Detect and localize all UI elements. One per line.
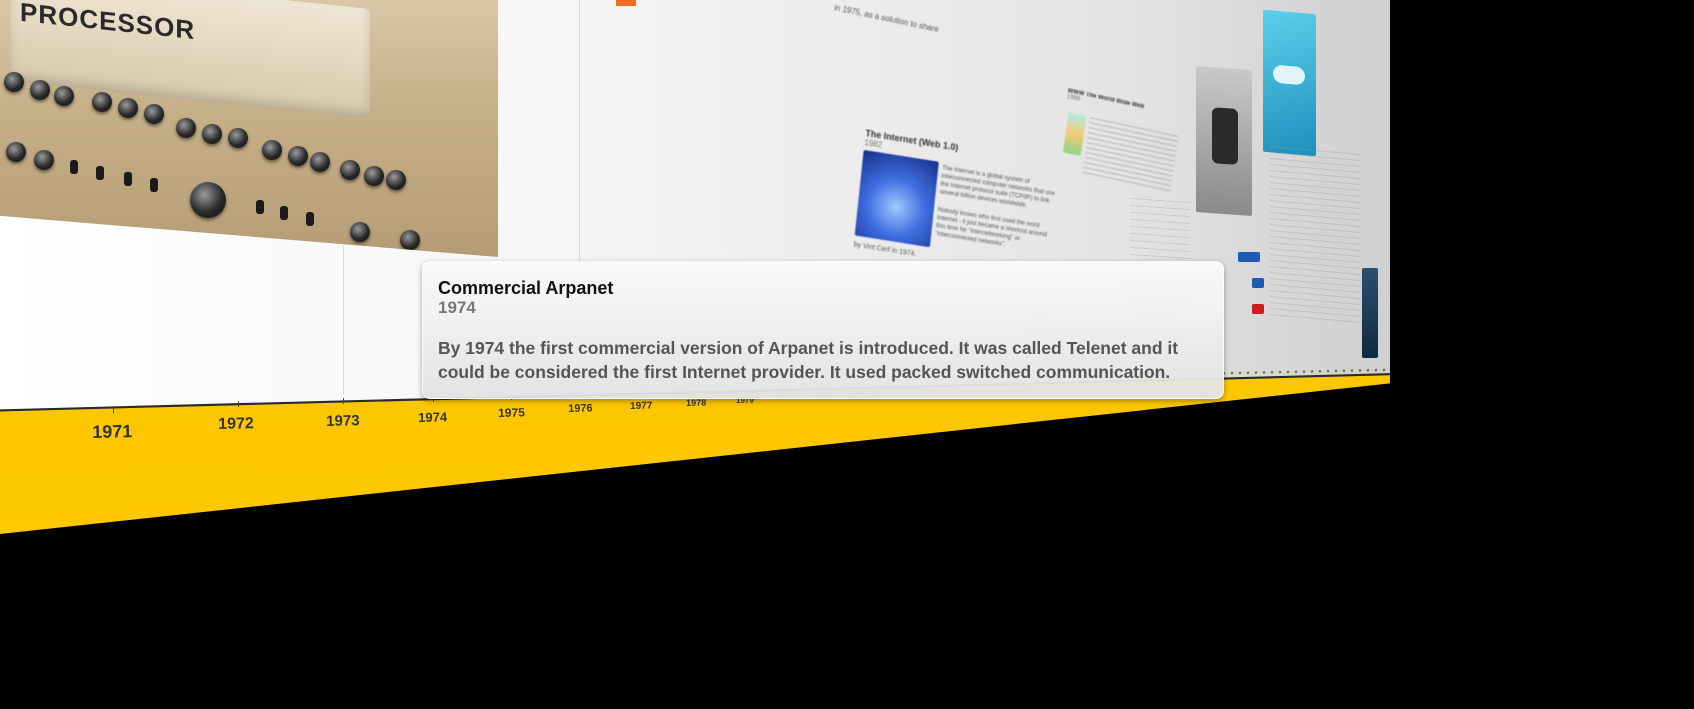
brand-logo: [1252, 278, 1264, 288]
processor-photo[interactable]: PROCESSOR: [0, 0, 498, 257]
year-label[interactable]: 1978: [686, 398, 706, 408]
event-tooltip[interactable]: Commercial Arpanet 1974 By 1974 the firs…: [422, 261, 1224, 399]
card-internet-image: [854, 149, 939, 248]
tooltip-year: 1974: [438, 298, 476, 317]
year-label[interactable]: 1977: [630, 400, 652, 412]
column-divider: [579, 0, 580, 262]
column-divider: [343, 245, 344, 395]
tooltip-description: By 1974 the first commercial version of …: [438, 338, 1179, 382]
timeline-scene: PROCESSOR in 1975, as a solution to shar…: [0, 0, 1694, 709]
year-label[interactable]: 1975: [498, 405, 525, 420]
year-label[interactable]: 1972: [218, 415, 254, 434]
year-label[interactable]: 1971: [92, 421, 133, 443]
brand-logo: [1252, 304, 1264, 314]
card-distant-text: [1270, 146, 1360, 324]
cloud-photo[interactable]: [1263, 9, 1316, 157]
accent-marker: [616, 0, 636, 6]
year-label[interactable]: 1976: [568, 402, 593, 415]
year-label[interactable]: 1973: [326, 412, 360, 430]
tooltip-title: Commercial Arpanet: [438, 278, 614, 298]
phone-photo[interactable]: [1196, 66, 1252, 216]
year-label[interactable]: 1974: [418, 409, 447, 425]
brand-logo: [1238, 252, 1260, 262]
circuit-photo[interactable]: [1362, 268, 1378, 358]
